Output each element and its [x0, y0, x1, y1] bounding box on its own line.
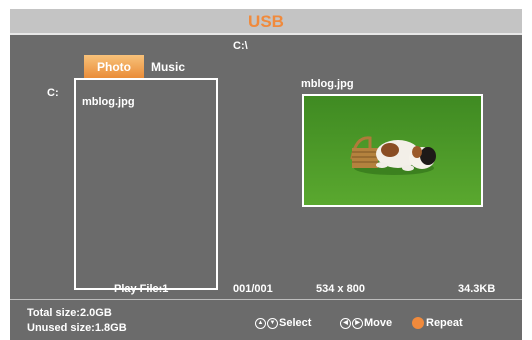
file-size: 34.3KB	[458, 283, 496, 295]
up-arrow-icon: ▲	[255, 317, 266, 329]
tab-music[interactable]: Music	[148, 55, 188, 79]
repeat-icon	[412, 317, 424, 329]
move-hint-label: Move	[364, 317, 393, 329]
preview-filename: mblog.jpg	[301, 78, 354, 90]
dog-photo	[304, 96, 481, 205]
divider	[10, 299, 522, 300]
usb-media-browser: USB Photo Music C:\ C: mblog.jpg mblog.j…	[10, 9, 522, 340]
file-index: 001/001	[233, 283, 273, 295]
move-hint: ◀ ▶ Move	[340, 317, 392, 329]
unused-size: Unused size:1.8GB	[27, 322, 127, 334]
select-hint-label: Select	[279, 317, 312, 329]
file-item[interactable]: mblog.jpg	[82, 96, 135, 108]
image-dimensions: 534 x 800	[316, 283, 365, 295]
right-arrow-icon: ▶	[352, 317, 363, 329]
repeat-hint: Repeat	[412, 317, 463, 329]
current-path: C:\	[233, 40, 248, 52]
total-size: Total size:2.0GB	[27, 307, 112, 319]
left-arrow-icon: ◀	[340, 317, 351, 329]
drive-label: C:	[47, 87, 59, 99]
title-bar: USB	[10, 9, 522, 35]
file-list: mblog.jpg	[74, 78, 218, 290]
down-arrow-icon: ▼	[267, 317, 278, 329]
repeat-hint-label: Repeat	[426, 317, 463, 329]
tab-photo[interactable]: Photo	[84, 55, 144, 79]
play-file-count: Play File:1	[114, 283, 169, 295]
select-hint: ▲ ▼ Select	[255, 317, 311, 329]
preview-image	[302, 94, 483, 207]
